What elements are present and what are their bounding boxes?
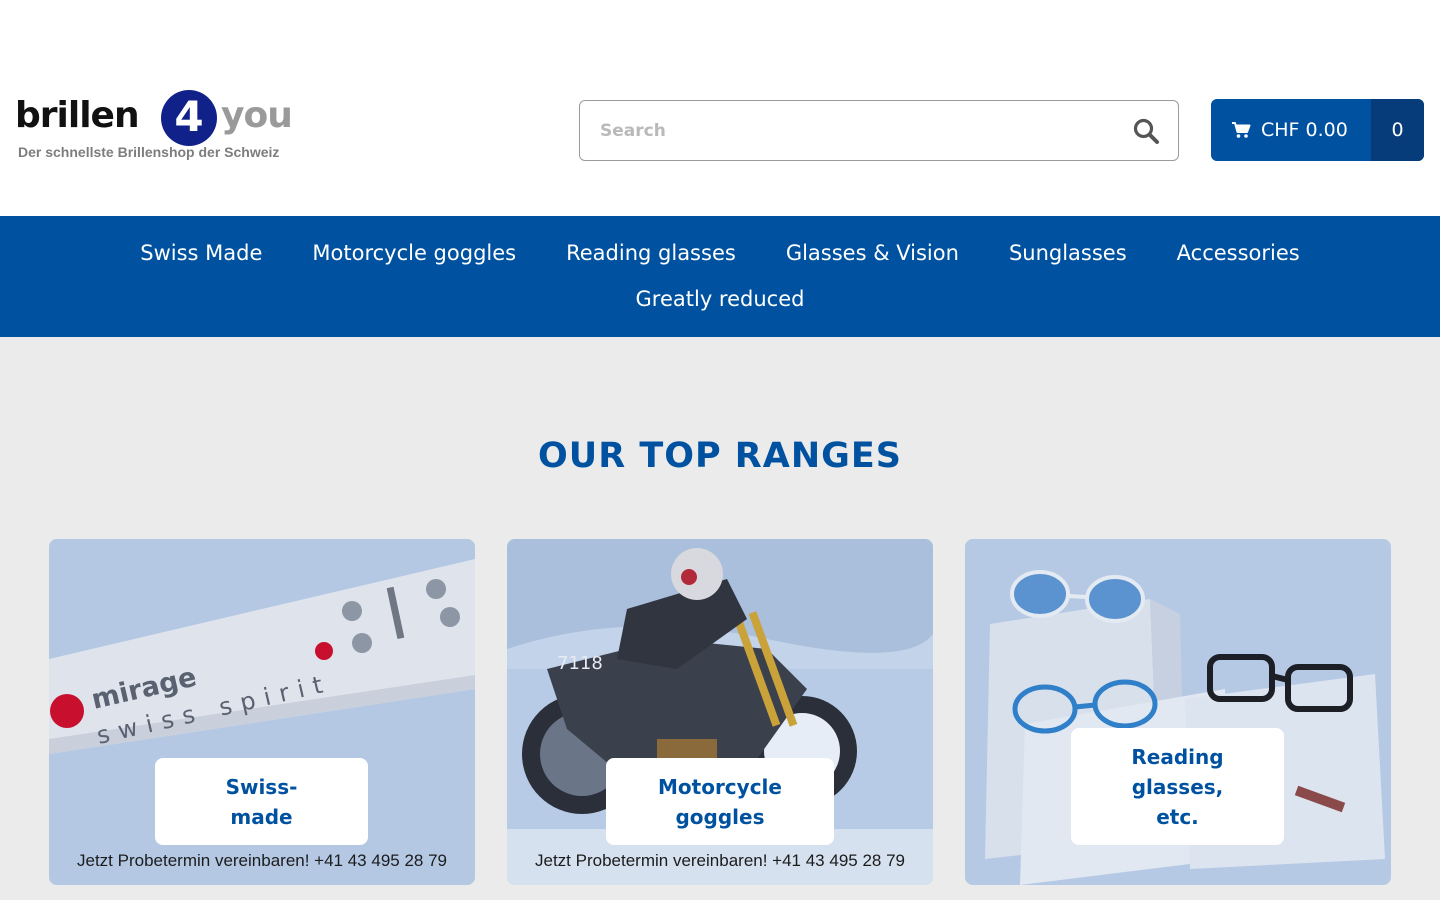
card-label-text: Swiss- made — [225, 774, 298, 829]
nav-item-swiss-made[interactable]: Swiss Made — [115, 240, 287, 266]
logo-text-you: you — [221, 95, 293, 136]
nav-item-motorcycle-goggles[interactable]: Motorcycle goggles — [287, 240, 541, 266]
cart-button[interactable]: CHF 0.00 0 — [1211, 99, 1424, 161]
site-header: brillen 4 you Der schnellste Brillenshop… — [0, 0, 1440, 216]
nav-row: Swiss Made Motorcycle goggles Reading gl… — [0, 240, 1440, 266]
logo-tagline: Der schnellste Brillenshop der Schweiz — [18, 144, 280, 160]
section-title: OUR TOP RANGES — [538, 436, 902, 476]
card-promo-text: Jetzt Probetermin vereinbaren! +41 43 49… — [77, 851, 447, 870]
nav-item-reading-glasses[interactable]: Reading glasses — [541, 240, 761, 266]
card-label-motorcycle-goggles: Motorcycle goggles — [606, 758, 834, 845]
cart-total: CHF 0.00 — [1211, 99, 1371, 161]
cart-total-amount: CHF 0.00 — [1261, 119, 1348, 141]
nav-item-greatly-reduced[interactable]: Greatly reduced — [611, 286, 830, 312]
svg-text:7118: 7118 — [557, 653, 603, 674]
nav-item-accessories[interactable]: Accessories — [1152, 240, 1325, 266]
range-card-reading-glasses[interactable]: Reading glasses, etc. — [965, 539, 1391, 885]
magnifier-icon — [1133, 118, 1159, 144]
search-button[interactable] — [1132, 117, 1160, 145]
search-box — [579, 100, 1179, 161]
range-card-motorcycle-goggles[interactable]: 7118 Motorcycle goggles Jetzt Probetermi… — [507, 539, 933, 885]
main-navigation: Swiss Made Motorcycle goggles Reading gl… — [0, 216, 1440, 337]
range-card-swiss-made[interactable]: mirage swiss spirit Swiss- made Jetzt Pr… — [49, 539, 475, 885]
card-label-reading-glasses: Reading glasses, etc. — [1071, 728, 1284, 845]
cart-count-badge: 0 — [1371, 99, 1424, 161]
nav-item-sunglasses[interactable]: Sunglasses — [984, 240, 1152, 266]
nav-item-glasses-vision[interactable]: Glasses & Vision — [761, 240, 984, 266]
search-input[interactable] — [580, 101, 1120, 160]
brand-logo[interactable]: brillen 4 you Der schnellste Brillenshop… — [15, 88, 305, 164]
logo-text-brillen: brillen — [15, 95, 140, 136]
shopping-cart-icon — [1232, 122, 1251, 138]
logo-four-badge: 4 — [161, 90, 217, 146]
nav-row: Greatly reduced — [0, 286, 1440, 312]
card-promo-text: Jetzt Probetermin vereinbaren! +41 43 49… — [535, 851, 905, 870]
card-label-swiss-made: Swiss- made — [155, 758, 368, 845]
card-label-text: Reading glasses, etc. — [1131, 744, 1224, 829]
card-label-text: Motorcycle goggles — [658, 774, 782, 829]
